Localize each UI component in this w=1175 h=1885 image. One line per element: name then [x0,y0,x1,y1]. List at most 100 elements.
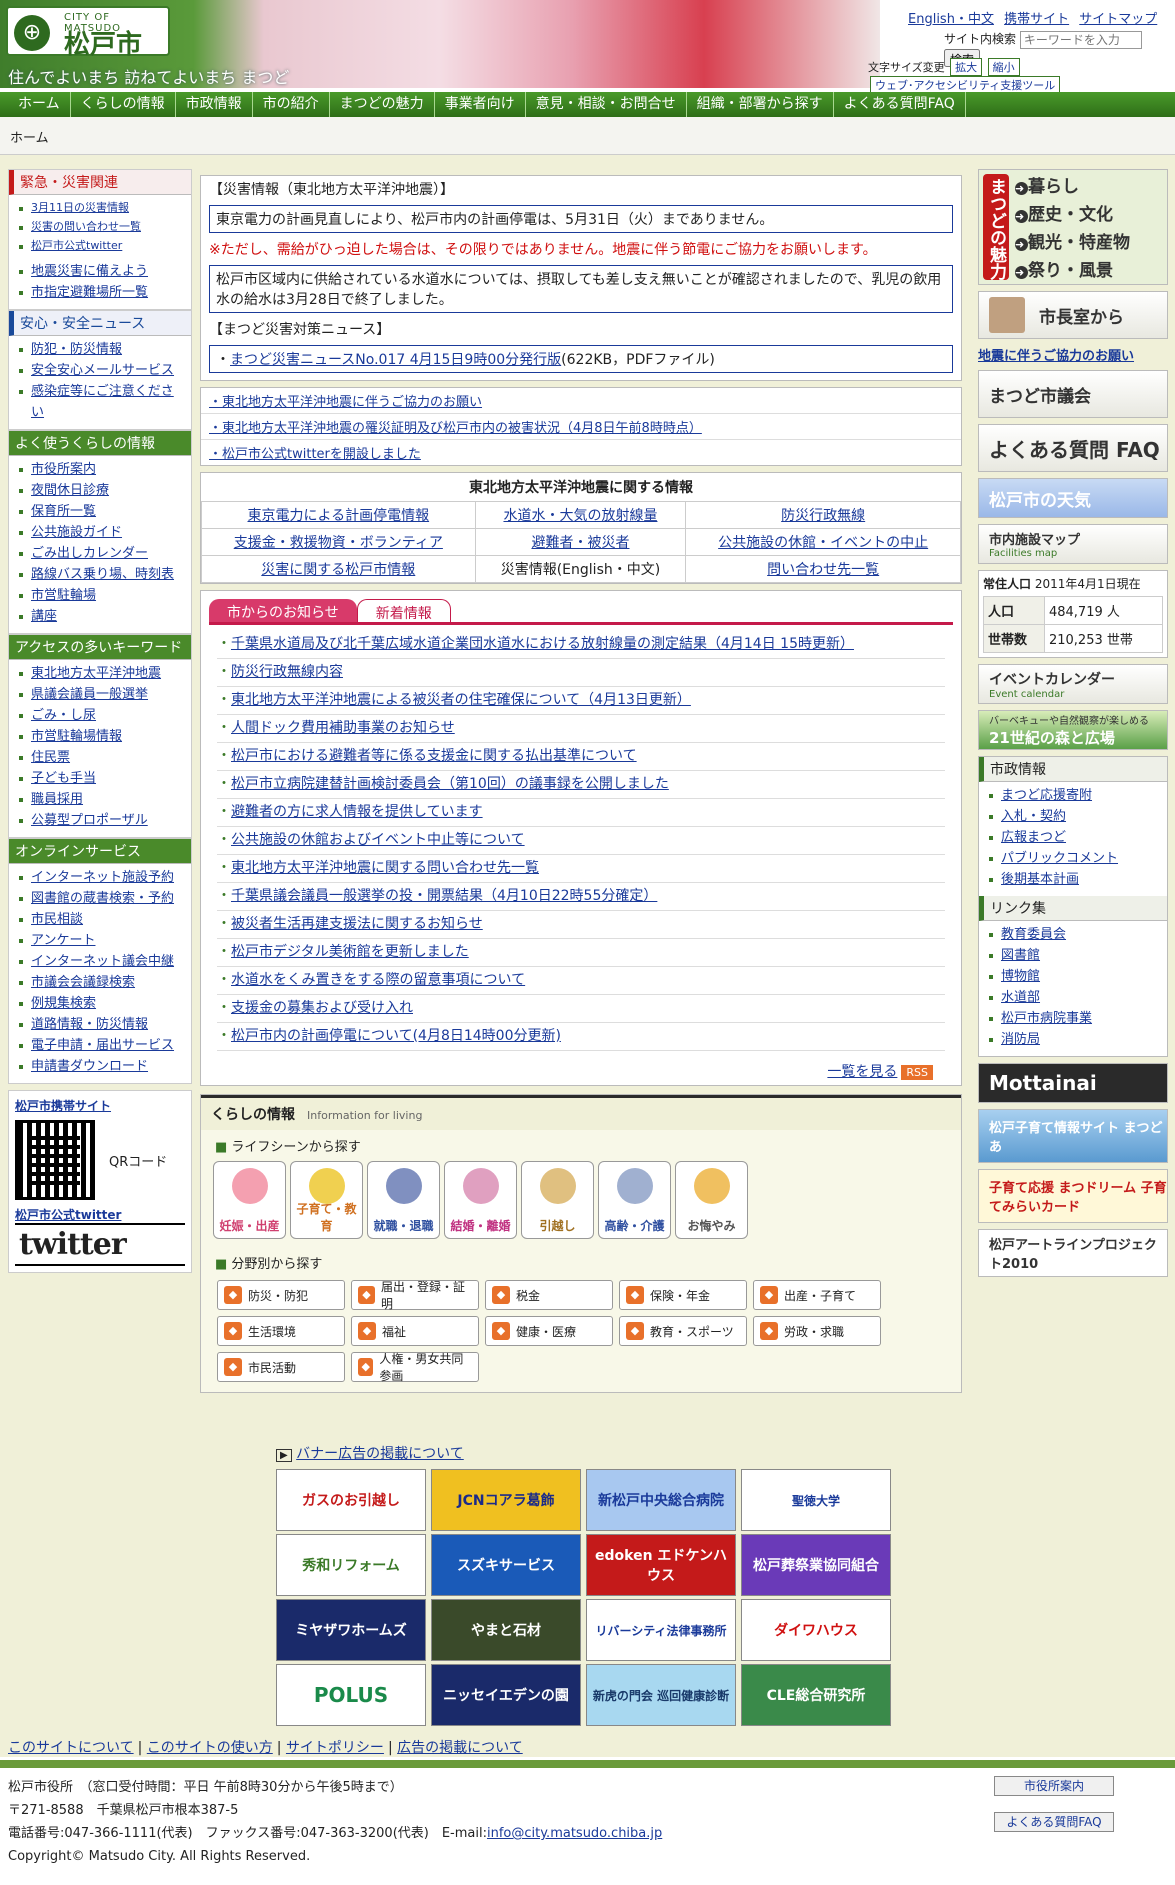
list-item[interactable]: 3月11日の災害情報 [19,198,185,217]
category-button[interactable]: ◆ 税金 [485,1280,613,1310]
table-cell[interactable]: 防災行政無線 [685,501,961,529]
category-button[interactable]: ◆ 健康・医療 [485,1316,613,1346]
font-down-button[interactable]: 縮小 [987,58,1020,76]
gnav-faq[interactable]: よくある質問FAQ [834,92,966,117]
gnav-business[interactable]: 事業者向け [435,92,526,117]
event-banner[interactable]: イベントカレンダー Event calendar [978,664,1168,704]
twitter-logo[interactable]: twitter [15,1223,185,1266]
search-input[interactable] [1019,30,1142,49]
list-item[interactable]: 市指定避難場所一覧 [19,282,185,303]
list-item[interactable]: 公募型プロポーザル [19,810,185,831]
footer-link-howto[interactable]: このサイトの使い方 [147,1740,273,1756]
list-item[interactable]: 後期基本計画 [989,869,1161,890]
list-item[interactable]: 災害の問い合わせ一覧 [19,217,185,236]
list-item[interactable]: 東北地方太平洋沖地震 [19,663,185,684]
faq-button[interactable]: よくある質問FAQ [994,1812,1114,1832]
table-cell[interactable]: 災害情報(English・中文) [474,555,687,583]
list-item[interactable]: 東北地方太平洋沖地震に伴うご協力のお願い [201,388,961,413]
list-item[interactable]: 公共施設ガイド [19,522,185,543]
list-item[interactable]: 支援金の募集および受け入れ [217,995,945,1023]
topnav-sitemap[interactable]: サイトマップ [1079,12,1157,27]
list-item[interactable]: ごみ・し尿 [19,705,185,726]
category-button[interactable]: ◆ 労政・求職 [753,1316,881,1346]
ad-banner[interactable]: POLUS [276,1664,426,1726]
mobile-site-link[interactable]: 松戸市携帯サイト [15,1097,185,1114]
category-button[interactable]: ◆ 市民活動 [217,1352,345,1382]
ad-banner[interactable]: ミヤザワホームズ [276,1599,426,1661]
topnav-lang[interactable]: English・中文 [908,12,994,27]
gnav-org[interactable]: 組織・部署から探す [687,92,834,117]
list-item[interactable]: 千葉県水道局及び北千葉広域水道企業団水道水における放射線量の測定結果（4月14日… [217,631,945,659]
list-item[interactable]: 松戸市公式twitter [19,236,185,255]
list-item[interactable]: 被災者生活再建支援法に関するお知らせ [217,911,945,939]
ad-banner[interactable]: JCNコアラ葛飾 [431,1469,581,1531]
notice-link[interactable]: 地震に伴うご協力のお願い [978,345,1168,364]
artline-banner[interactable]: 松戸アートラインプロジェクト2010 [978,1229,1168,1277]
list-item[interactable]: 松戸市立病院建替計画検討委員会（第10回）の議事録を公開しました [217,771,945,799]
list-item[interactable]: 職員採用 [19,789,185,810]
list-item[interactable]: 県議会議員一般選挙 [19,684,185,705]
ad-banner[interactable]: 秀和リフォーム [276,1534,426,1596]
list-item[interactable]: アンケート [19,930,185,951]
life-pregnancy-button[interactable]: 妊娠・出産 [213,1161,286,1239]
rss-button[interactable]: RSS [901,1065,933,1080]
mottainai-banner[interactable]: Mottainai [978,1063,1168,1103]
list-item[interactable]: 市営駐輪場 [19,585,185,606]
list-item[interactable]: 防犯・防災情報 [19,339,185,360]
list-item[interactable]: 松戸市における避難者等に係る支援金に関する払出基準について [217,743,945,771]
miryoku-link[interactable]: 祭り・風景 [1015,258,1130,286]
category-button[interactable]: ◆ 人権・男女共同参画 [351,1352,479,1383]
ad-banner[interactable]: 新松戸中央総合病院 [586,1469,736,1531]
list-item[interactable]: 例規集検索 [19,993,185,1014]
list-item[interactable]: 感染症等にご注意ください [19,381,185,423]
weather-banner[interactable]: 松戸市の天気 [978,478,1168,518]
list-item[interactable]: 東北地方太平洋沖地震による被災者の住宅確保について（4月13日更新） [217,687,945,715]
ads-info-link[interactable]: バナー広告の掲載について [296,1446,464,1462]
ad-banner[interactable]: リバーシティ法律事務所 [586,1599,736,1661]
category-button[interactable]: ◆ 生活環境 [217,1316,345,1346]
category-button[interactable]: ◆ 教育・スポーツ [619,1316,747,1346]
category-button[interactable]: ◆ 保険・年金 [619,1280,747,1310]
list-item[interactable]: 住民票 [19,747,185,768]
list-item[interactable]: 講座 [19,606,185,627]
list-item[interactable]: 松戸市公式twitterを開設しました [201,439,961,465]
table-cell[interactable]: 支援金・救援物資・ボランティア [201,528,476,556]
ad-banner[interactable]: やまと石材 [431,1599,581,1661]
font-up-button[interactable]: 拡大 [950,58,983,76]
miryoku-link[interactable]: 暮らし [1015,174,1130,202]
table-cell[interactable]: 避難者・被災者 [474,528,687,556]
list-item[interactable]: 東北地方太平洋沖地震に関する問い合わせ先一覧 [217,855,945,883]
list-item[interactable]: 保育所一覧 [19,501,185,522]
footer-link-ads[interactable]: 広告の掲載について [397,1740,523,1756]
list-item[interactable]: 地震災害に備えよう [19,261,185,282]
list-item[interactable]: ごみ出しカレンダー [19,543,185,564]
list-item[interactable]: 市役所案内 [19,459,185,480]
ad-banner[interactable]: ニッセイエデンの園 [431,1664,581,1726]
ad-banner[interactable]: 松戸葬祭業協同組合 [741,1534,891,1596]
list-item[interactable]: まつど応援寄附 [989,785,1161,806]
tab-city-notice[interactable]: 市からのお知らせ [209,599,357,622]
footer-link-about[interactable]: このサイトについて [8,1740,134,1756]
list-item[interactable]: 人間ドック費用補助事業のお知らせ [217,715,945,743]
forest-banner[interactable]: バーベキューや自然観察が楽しめる 21世紀の森と広場 [978,710,1168,750]
category-button[interactable]: ◆ 福祉 [351,1316,479,1346]
table-cell[interactable]: 災害に関する松戸市情報 [201,555,476,583]
list-item[interactable]: パブリックコメント [989,848,1161,869]
gnav-shisei[interactable]: 市政情報 [176,92,253,117]
life-marriage-button[interactable]: 結婚・離婚 [444,1161,517,1239]
ad-banner[interactable]: CLE総合研究所 [741,1664,891,1726]
list-item[interactable]: 防災行政無線内容 [217,659,945,687]
ad-banner[interactable]: ダイワハウス [741,1599,891,1661]
ad-banner[interactable]: ガスのお引越し [276,1469,426,1531]
life-elderly-button[interactable]: 高齢・介護 [598,1161,671,1239]
miryoku-link[interactable]: 観光・特産物 [1015,230,1130,258]
category-button[interactable]: ◆ 届出・登録・証明 [351,1280,479,1311]
faq-banner[interactable]: よくある質問 FAQ [978,424,1168,472]
twitter-link[interactable]: 松戸市公式twitter [15,1206,185,1223]
list-item[interactable]: インターネット議会中継 [19,951,185,972]
list-item[interactable]: 市民相談 [19,909,185,930]
list-item[interactable]: 申請書ダウンロード [19,1056,185,1077]
miryoku-link[interactable]: 歴史・文化 [1015,202,1130,230]
more-link[interactable]: 一覧を見る [827,1064,897,1080]
list-item[interactable]: 公共施設の休館およびイベント中止等について [217,827,945,855]
